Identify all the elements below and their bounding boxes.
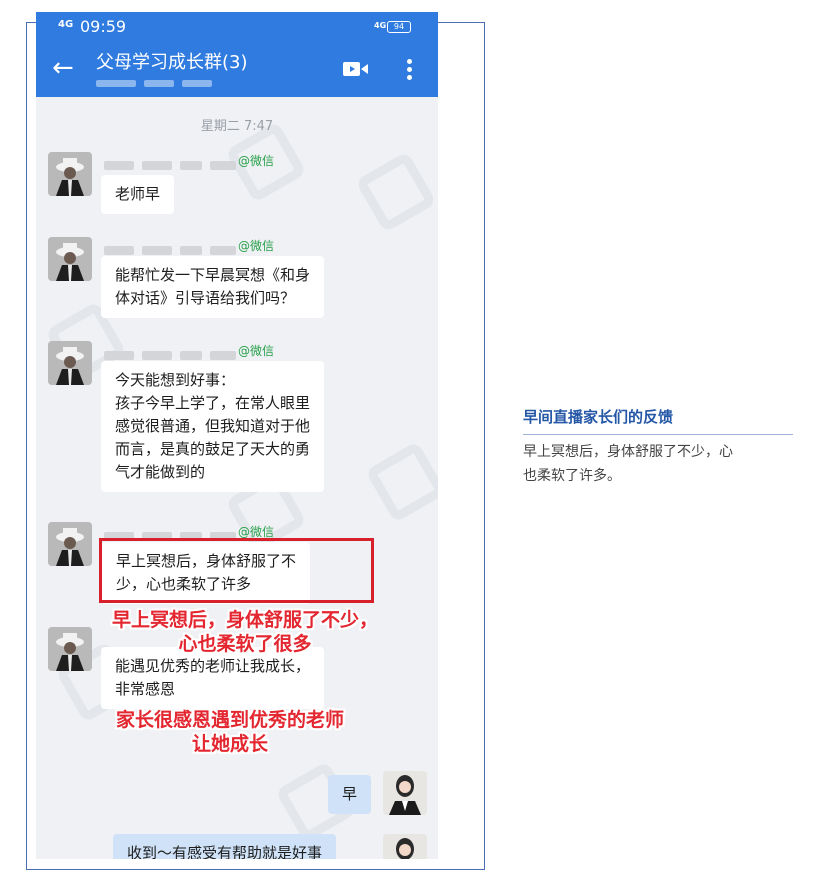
message-text: 早 xyxy=(342,785,358,803)
wechat-source-tag: @微信 xyxy=(238,154,275,168)
network-type: 4G xyxy=(374,21,387,30)
caption-line: 也柔软了许多。 xyxy=(523,468,621,484)
clock: 09:59 xyxy=(80,17,127,36)
sender-name-blurred xyxy=(104,240,244,255)
signal-indicator: 4G xyxy=(58,19,74,30)
annotation-overlay: 早上冥想后，身体舒服了不少， 心也柔软了很多 xyxy=(80,608,410,656)
annotation-text: 让她成长 xyxy=(191,733,268,755)
sender-name-blurred xyxy=(104,526,244,541)
avatar-photo-icon xyxy=(383,834,427,859)
caption-body: 早上冥想后，身体舒服了不少，心 也柔软了许多。 xyxy=(523,440,798,488)
avatar-photo-icon xyxy=(48,522,92,566)
annotation-text: 早上冥想后，身体舒服了不少， xyxy=(111,609,378,631)
avatar[interactable] xyxy=(48,522,92,566)
message-text: 能遇见优秀的老师让我成长， xyxy=(115,657,311,675)
member-subtitle-blurred xyxy=(96,80,136,87)
message-bubble[interactable]: 老师早 xyxy=(101,175,175,214)
watermark-logo xyxy=(355,151,437,233)
own-message-bubble[interactable]: 收到～有感受有帮助就是好事 xyxy=(113,834,337,859)
battery-icon: 94 xyxy=(387,21,411,33)
message-text: 感觉很普通，但我知道对于他 xyxy=(115,417,311,435)
message-bubble[interactable]: 今天能想到好事： 孩子今早上学了，在常人眼里 感觉很普通，但我知道对于他 而言，… xyxy=(101,361,325,492)
sender-name-blurred xyxy=(104,345,244,360)
chat-header: ← 父母学习成长群(3) xyxy=(36,42,438,97)
message-text: 非常感恩 xyxy=(115,680,176,698)
avatar[interactable] xyxy=(48,237,92,281)
wechat-source-tag: @微信 xyxy=(238,344,275,358)
message-bubble[interactable]: 能遇见优秀的老师让我成长， 非常感恩 xyxy=(101,647,325,709)
annotation-text: 心也柔软了很多 xyxy=(178,633,312,655)
message-text: 而言，是真的鼓足了天大的勇 xyxy=(115,440,311,458)
more-menu-icon[interactable] xyxy=(407,59,413,81)
message-bubble[interactable]: 能帮忙发一下早晨冥想《和身 体对话》引导语给我们吗？ xyxy=(101,256,325,318)
wechat-source-tag: @微信 xyxy=(238,239,275,253)
avatar[interactable] xyxy=(48,341,92,385)
watermark-logo xyxy=(365,441,438,523)
own-message-bubble[interactable]: 早 xyxy=(328,775,372,814)
annotation-text: 家长很感恩遇到优秀的老师 xyxy=(115,709,344,731)
caption-title: 早间直播家长们的反馈 xyxy=(523,408,674,426)
own-avatar[interactable] xyxy=(383,834,427,859)
message-text: 体对话》引导语给我们吗？ xyxy=(115,289,296,307)
video-call-icon[interactable] xyxy=(343,61,369,77)
sender-name-blurred xyxy=(104,155,244,170)
message-text: 孩子今早上学了，在常人眼里 xyxy=(115,394,311,412)
message-text: 气才能做到的 xyxy=(115,463,206,481)
annotation-overlay: 家长很感恩遇到优秀的老师 让她成长 xyxy=(80,708,380,756)
own-avatar[interactable] xyxy=(383,771,427,815)
chat-title: 父母学习成长群(3) xyxy=(96,52,248,73)
caption-line: 早上冥想后，身体舒服了不少，心 xyxy=(523,444,733,460)
message-timestamp: 星期二 7:47 xyxy=(200,119,274,134)
message-text: 老师早 xyxy=(115,185,161,203)
avatar-photo-icon xyxy=(48,152,92,196)
caption-divider xyxy=(523,434,793,435)
member-subtitle-blurred xyxy=(144,80,174,87)
highlight-box xyxy=(99,538,374,603)
avatar-photo-icon xyxy=(48,237,92,281)
avatar-photo-icon xyxy=(48,341,92,385)
avatar-photo-icon xyxy=(383,771,427,815)
message-text: 今天能想到好事： xyxy=(115,371,236,389)
message-text: 能帮忙发一下早晨冥想《和身 xyxy=(115,266,311,284)
member-subtitle-blurred xyxy=(182,80,212,87)
avatar[interactable] xyxy=(48,152,92,196)
message-text: 收到～有感受有帮助就是好事 xyxy=(127,844,323,859)
status-bar: 4G 09:59 4G 94 xyxy=(36,12,438,42)
back-arrow-icon[interactable]: ← xyxy=(52,55,74,81)
